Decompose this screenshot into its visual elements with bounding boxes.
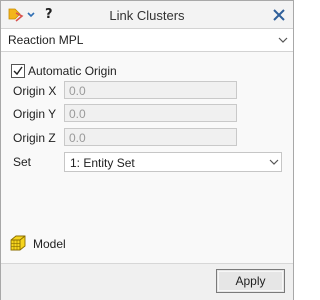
model-label: Model [33,237,66,251]
panel-title: Link Clusters [109,8,185,23]
automatic-origin-checkbox[interactable] [11,64,25,78]
set-dropdown-value: 1: Entity Set [70,156,135,170]
origin-y-label: Origin Y [13,107,57,121]
origin-y-field[interactable]: 0.0 [64,104,237,122]
title-bar: ? Link Clusters [1,1,293,29]
automatic-origin-label: Automatic Origin [28,64,117,78]
origin-z-value: 0.0 [69,131,86,145]
set-label: Set [13,155,32,169]
type-dropdown[interactable]: Reaction MPL [1,28,293,52]
type-dropdown-value: Reaction MPL [8,33,84,47]
chevron-down-icon [269,159,279,165]
set-dropdown[interactable]: 1: Entity Set [64,152,282,172]
origin-z-label: Origin Z [13,131,56,145]
origin-x-label: Origin X [13,84,57,98]
origin-y-value: 0.0 [69,107,86,121]
footer-bar: Apply [1,263,293,300]
origin-z-field[interactable]: 0.0 [64,128,237,146]
origin-x-value: 0.0 [69,84,86,98]
close-button[interactable] [269,5,289,25]
close-icon [273,9,285,21]
link-clusters-panel: ? Link Clusters Reaction MPL Automatic O… [0,0,294,300]
origin-x-field[interactable]: 0.0 [64,81,237,99]
checkmark-icon [13,66,23,76]
chevron-down-icon [278,37,288,43]
apply-button[interactable]: Apply [216,269,285,293]
model-cube-icon [10,235,26,251]
